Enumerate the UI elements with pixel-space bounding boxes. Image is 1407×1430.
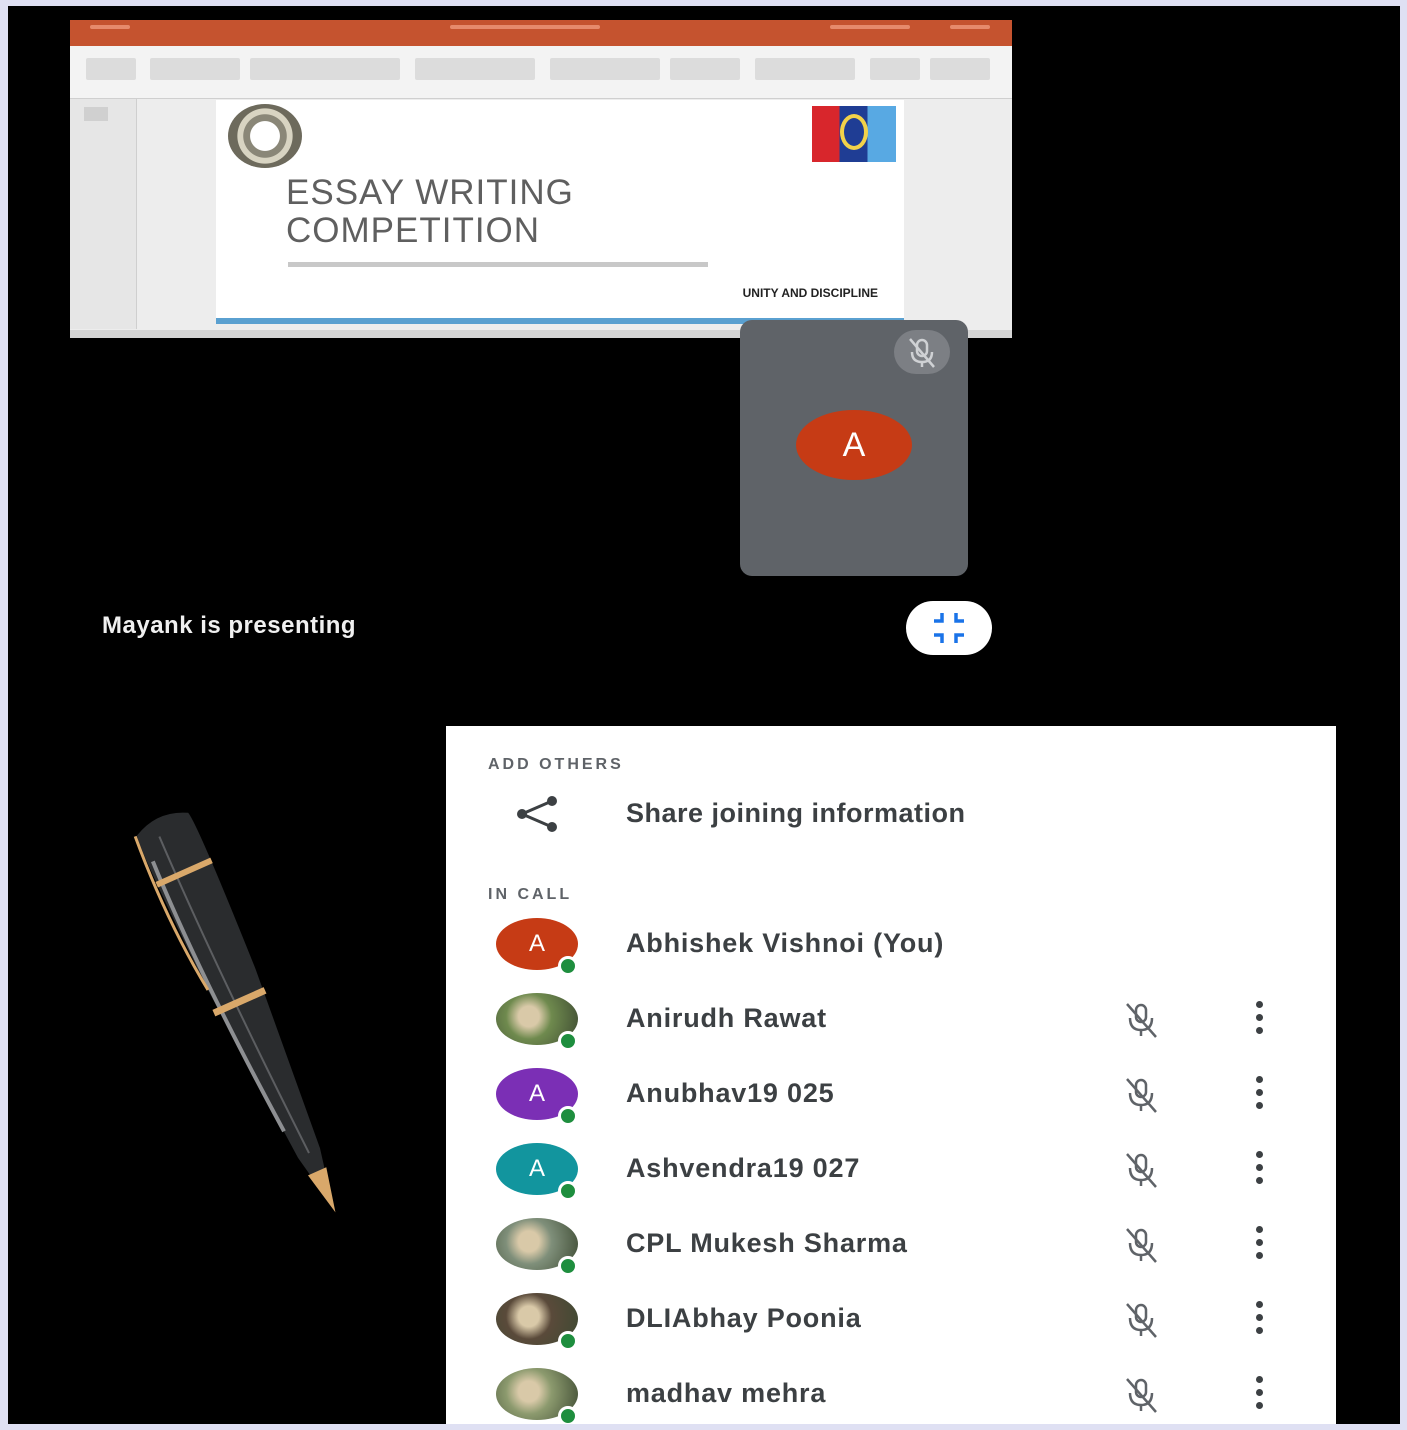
online-status-dot [558, 1256, 578, 1276]
ncc-flag-logo [812, 106, 896, 162]
share-icon [517, 796, 557, 832]
more-options-icon[interactable] [1252, 1076, 1266, 1112]
online-status-dot [558, 956, 578, 976]
mic-off-icon[interactable] [1116, 1224, 1166, 1266]
more-options-icon[interactable] [1252, 1226, 1266, 1262]
participant-name: madhav mehra [626, 1378, 827, 1408]
pen-illustration [133, 812, 336, 1213]
participant-row[interactable]: A Abhishek Vishnoi (You) [446, 910, 1336, 980]
participant-name: CPL Mukesh Sharma [626, 1228, 908, 1258]
participant-name: Abhishek Vishnoi (You) [626, 928, 945, 958]
self-video-tile[interactable]: A [740, 320, 968, 576]
share-joining-info-button[interactable]: Share joining information [446, 784, 1336, 844]
mic-off-icon[interactable] [1116, 999, 1166, 1041]
mic-off-icon[interactable] [1116, 1374, 1166, 1416]
exit-fullscreen-icon [934, 613, 964, 643]
more-options-icon[interactable] [1252, 1001, 1266, 1037]
participants-panel: ADD OTHERS Share joining information IN … [446, 726, 1336, 1424]
participant-row[interactable]: CPL Mukesh Sharma [446, 1210, 1336, 1280]
participant-name: Ashvendra19 027 [626, 1153, 861, 1183]
online-status-dot [558, 1331, 578, 1351]
participant-row[interactable]: madhav mehra [446, 1360, 1336, 1424]
more-options-icon[interactable] [1252, 1301, 1266, 1337]
share-joining-info-label: Share joining information [626, 798, 966, 828]
participant-row[interactable]: DLIAbhay Poonia [446, 1285, 1336, 1355]
participant-name: DLIAbhay Poonia [626, 1303, 862, 1333]
mic-off-icon[interactable] [1116, 1299, 1166, 1341]
meeting-screen: ESSAY WRITING COMPETITION UNITY AND DISC… [8, 6, 1400, 1424]
more-options-icon[interactable] [1252, 1376, 1266, 1412]
mic-off-icon[interactable] [1116, 1074, 1166, 1116]
online-status-dot [558, 1406, 578, 1424]
online-status-dot [558, 1031, 578, 1051]
participant-name: Anubhav19 025 [626, 1078, 835, 1108]
online-status-dot [558, 1106, 578, 1126]
mic-off-icon[interactable] [1116, 1149, 1166, 1191]
mic-off-icon [894, 330, 950, 374]
participant-row[interactable]: Anirudh Rawat [446, 985, 1336, 1055]
online-status-dot [558, 1181, 578, 1201]
participant-row[interactable]: A Ashvendra19 027 [446, 1135, 1336, 1205]
slide-tagline: UNITY AND DISCIPLINE [742, 286, 878, 300]
participant-name: Anirudh Rawat [626, 1003, 827, 1033]
more-options-icon[interactable] [1252, 1151, 1266, 1187]
exit-fullscreen-button[interactable] [906, 601, 992, 655]
participant-row[interactable]: A Anubhav19 025 [446, 1060, 1336, 1130]
in-call-heading: IN CALL [488, 886, 573, 903]
avatar: A [796, 410, 912, 480]
add-others-heading: ADD OTHERS [488, 756, 624, 773]
